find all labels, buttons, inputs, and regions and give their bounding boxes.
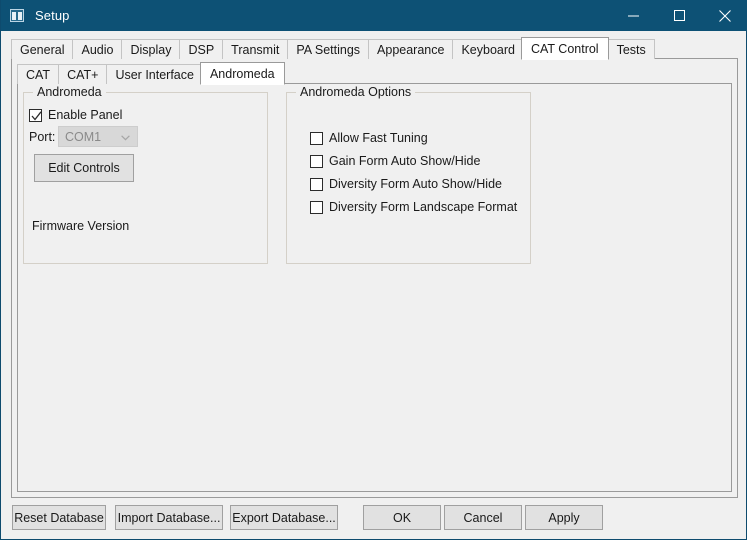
- enable-panel-checkbox[interactable]: Enable Panel: [29, 108, 122, 122]
- export-database-button[interactable]: Export Database...: [230, 505, 338, 530]
- diversity-form-landscape-format-label: Diversity Form Landscape Format: [329, 200, 518, 214]
- checkbox-box: [310, 177, 323, 191]
- tab-andromeda[interactable]: Andromeda: [199, 62, 285, 85]
- allow-fast-tuning-checkbox[interactable]: Allow Fast Tuning: [310, 131, 428, 145]
- reset-database-button[interactable]: Reset Database: [12, 505, 106, 530]
- diversity-form-auto-show-hide-label: Diversity Form Auto Show/Hide: [329, 177, 502, 191]
- tab-label: Keyboard: [461, 42, 515, 57]
- tab-label: Display: [130, 42, 172, 57]
- enable-panel-label: Enable Panel: [48, 108, 123, 122]
- firmware-version-label: Firmware Version: [32, 219, 130, 233]
- tab-transmit[interactable]: Transmit: [222, 39, 289, 59]
- andromeda-options-group-title: Andromeda Options: [296, 85, 416, 99]
- minimize-icon: [627, 10, 639, 21]
- check-icon: [31, 110, 42, 121]
- outer-tab-strip: General Audio Display DSP Transmit PA Se…: [11, 37, 655, 60]
- port-value: COM1: [65, 129, 102, 144]
- window-panes-icon: [10, 8, 26, 24]
- tab-appearance[interactable]: Appearance: [368, 39, 454, 59]
- tab-dsp[interactable]: DSP: [179, 39, 224, 59]
- tab-label: PA Settings: [296, 42, 361, 57]
- port-label: Port:: [29, 130, 56, 144]
- diversity-form-landscape-format-checkbox[interactable]: Diversity Form Landscape Format: [310, 200, 517, 214]
- tab-pa-settings[interactable]: PA Settings: [287, 39, 370, 59]
- window-controls: [610, 0, 747, 31]
- tab-label: DSP: [188, 42, 215, 57]
- edit-controls-button[interactable]: Edit Controls: [34, 154, 134, 182]
- tab-label: Tests: [616, 42, 646, 57]
- minimize-button[interactable]: [610, 0, 656, 31]
- apply-button[interactable]: Apply: [525, 505, 603, 530]
- maximize-button[interactable]: [656, 0, 702, 31]
- tab-audio[interactable]: Audio: [72, 39, 123, 59]
- close-icon: [719, 9, 731, 22]
- tab-cat-control[interactable]: CAT Control: [520, 37, 609, 60]
- import-database-button[interactable]: Import Database...: [115, 505, 223, 530]
- tab-label: Audio: [81, 42, 114, 57]
- tab-label: CAT: [26, 67, 51, 82]
- gain-form-auto-show-hide-label: Gain Form Auto Show/Hide: [329, 154, 481, 168]
- tab-label: General: [20, 42, 65, 57]
- andromeda-group-title: Andromeda: [33, 85, 106, 99]
- tab-user-interface[interactable]: User Interface: [106, 64, 203, 84]
- tab-tests[interactable]: Tests: [607, 39, 655, 59]
- diversity-form-auto-show-hide-checkbox[interactable]: Diversity Form Auto Show/Hide: [310, 177, 502, 191]
- maximize-icon: [673, 10, 685, 21]
- checkbox-box: [310, 200, 323, 214]
- checkbox-box: [310, 154, 323, 168]
- window-title: Setup: [35, 8, 70, 23]
- tab-cat-plus[interactable]: CAT+: [58, 64, 108, 84]
- tab-label: User Interface: [115, 67, 194, 82]
- tab-label: CAT Control: [530, 41, 599, 56]
- tab-general[interactable]: General: [11, 39, 74, 59]
- bottom-button-bar: Reset Database Import Database... Export…: [1, 499, 746, 539]
- inner-tab-strip: CAT CAT+ User Interface Andromeda: [17, 62, 285, 85]
- checkbox-box: [29, 108, 42, 122]
- cancel-button[interactable]: Cancel: [444, 505, 522, 530]
- tab-cat[interactable]: CAT: [17, 64, 60, 84]
- setup-window: Setup General Audio Display DSP Transmit…: [0, 0, 747, 540]
- title-bar: Setup: [1, 0, 747, 31]
- tab-display[interactable]: Display: [121, 39, 181, 59]
- close-button[interactable]: [702, 0, 747, 31]
- tab-label: Andromeda: [209, 66, 275, 81]
- chevron-down-icon: [121, 128, 130, 146]
- allow-fast-tuning-label: Allow Fast Tuning: [329, 131, 428, 145]
- gain-form-auto-show-hide-checkbox[interactable]: Gain Form Auto Show/Hide: [310, 154, 480, 168]
- checkbox-box: [310, 131, 323, 145]
- ok-button[interactable]: OK: [363, 505, 441, 530]
- tab-label: CAT+: [67, 67, 99, 82]
- port-combobox[interactable]: COM1: [58, 126, 138, 147]
- tab-label: Transmit: [231, 42, 280, 57]
- tab-keyboard[interactable]: Keyboard: [452, 39, 524, 59]
- tab-label: Appearance: [377, 42, 445, 57]
